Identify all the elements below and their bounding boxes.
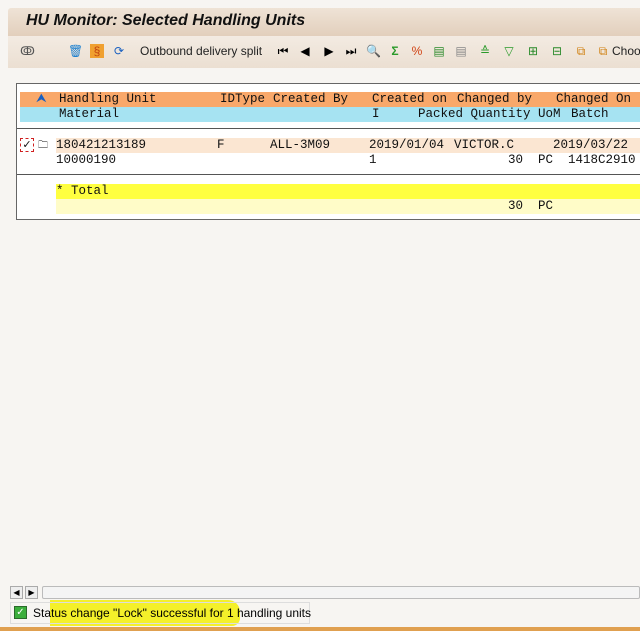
expand-icon[interactable]: ⊞ [526, 44, 540, 58]
scroll-icon[interactable]: § [90, 44, 104, 58]
delete-icon[interactable]: 🗑 [68, 44, 83, 58]
folder-icon[interactable]: 🗀 [38, 138, 48, 155]
outbound-delivery-split-button[interactable]: Outbound delivery split [140, 44, 262, 58]
table-row[interactable]: 180421213189 F ALL-3M09 2019/01/04 VICTO… [56, 138, 640, 153]
cell-changed-on: 2019/03/22 [553, 138, 629, 152]
col-material[interactable]: Material [59, 107, 119, 122]
total-sub-row: 30 PC [56, 199, 640, 214]
col-i[interactable]: I [372, 107, 380, 122]
scroll-left-icon[interactable]: ◀ [10, 586, 23, 599]
sort-up-icon[interactable]: ⮝ [36, 92, 47, 107]
col-uom[interactable]: UoM [538, 107, 561, 122]
col-idtype[interactable]: IDType [220, 92, 265, 107]
refresh-icon[interactable]: ⟳ [112, 44, 126, 58]
cell-handling-unit: 180421213189 [56, 138, 147, 152]
export-icon[interactable]: ▤ [432, 44, 446, 58]
hu-list: ⮝ Handling Unit IDType Created By Create… [16, 83, 640, 220]
collapse-icon[interactable]: ⊟ [550, 44, 564, 58]
filter-icon[interactable]: ▽ [502, 44, 516, 58]
subtotal-icon[interactable]: % [410, 44, 424, 58]
cell-idtype: F [217, 138, 225, 152]
success-check-icon: ✓ [14, 606, 27, 619]
cell-i: 1 [369, 153, 377, 167]
col-batch[interactable]: Batch [571, 107, 609, 122]
list-header-row-2: Material I Packed Quantity UoM Batch [20, 107, 640, 122]
total-row: * Total [56, 184, 640, 199]
print-icon[interactable]: ▤ [454, 44, 468, 58]
col-created-on[interactable]: Created on [372, 92, 447, 107]
status-bar: ✓ Status change "Lock" successful for 1 … [10, 602, 312, 624]
cell-changed-by: VICTOR.C [454, 138, 515, 152]
table-row-sub[interactable]: 10000190 1 30 PC 1418C2910 [56, 153, 640, 168]
list-header-row-1: ⮝ Handling Unit IDType Created By Create… [20, 92, 640, 107]
col-changed-on[interactable]: Changed On [556, 92, 631, 107]
scroll-right-icon[interactable]: ▶ [25, 586, 38, 599]
col-packed-quantity[interactable]: Packed Quantity [418, 107, 531, 122]
title-bar: HU Monitor: Selected Handling Units [8, 8, 640, 36]
first-page-icon[interactable]: ⏮ [276, 44, 290, 58]
glasses-icon[interactable]: ↂ [20, 44, 35, 58]
find-icon[interactable]: 🔍 [366, 44, 381, 58]
sum-icon[interactable]: Σ [388, 44, 402, 58]
cell-created-by: ALL-3M09 [270, 138, 331, 152]
choose-layout-icon[interactable]: ⧉ [596, 44, 610, 58]
choose-layout-button[interactable]: Choo [612, 44, 640, 58]
taskbar-strip [0, 627, 640, 631]
cell-material: 10000190 [56, 153, 117, 167]
col-changed-by[interactable]: Changed by [457, 92, 532, 107]
previous-page-icon[interactable]: ◀ [298, 44, 312, 58]
total-uom: PC [538, 199, 554, 213]
cell-created-on: 2019/01/04 [369, 138, 445, 152]
page-title: HU Monitor: Selected Handling Units [26, 12, 306, 29]
cell-packed-quantity: 30 [508, 153, 524, 167]
last-page-icon[interactable]: ⏭ [344, 44, 358, 58]
row-checkbox[interactable]: ✓ [20, 138, 34, 152]
col-created-by[interactable]: Created By [273, 92, 348, 107]
status-message: Status change "Lock" successful for 1 ha… [33, 606, 312, 620]
application-toolbar: ↂ 🗑 § ⟳ Outbound delivery split ⏮ ◀ ▶ ⏭ … [8, 36, 640, 68]
next-page-icon[interactable]: ▶ [322, 44, 336, 58]
horizontal-scrollbar[interactable]: ◀ ▶ [10, 586, 640, 600]
total-label: * Total [56, 184, 109, 198]
col-handling-unit[interactable]: Handling Unit [59, 92, 157, 107]
cell-batch: 1418C2910 [568, 153, 636, 167]
cell-uom: PC [538, 153, 554, 167]
sort-icon[interactable]: ≙ [478, 44, 492, 58]
total-quantity: 30 [508, 199, 524, 213]
layout-icon[interactable]: ⧉ [574, 44, 588, 58]
scroll-thumb[interactable] [42, 586, 640, 599]
